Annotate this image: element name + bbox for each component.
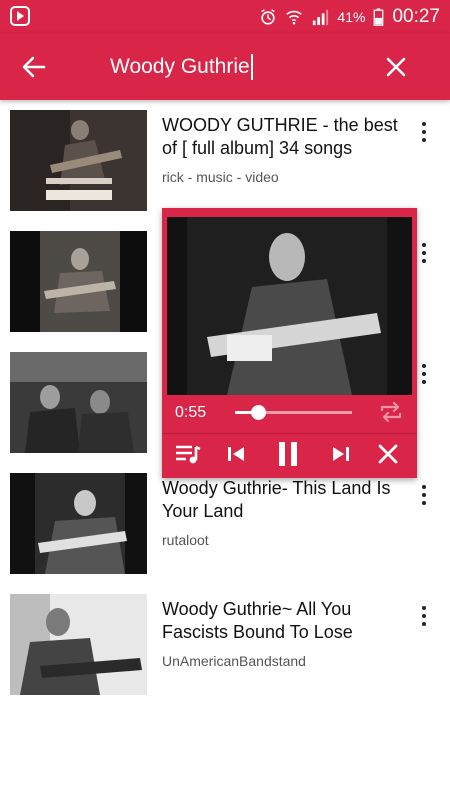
channel-name: rick - music - video	[162, 169, 279, 185]
seek-bar[interactable]	[235, 405, 352, 420]
player-divider	[162, 433, 417, 434]
clock-time: 00:27	[392, 6, 440, 27]
video-thumbnail[interactable]	[10, 594, 147, 695]
search-app-bar: Woody Guthrie	[0, 33, 450, 100]
search-input[interactable]: Woody Guthrie	[110, 53, 253, 81]
seek-bar-thumb[interactable]	[251, 405, 267, 420]
previous-icon[interactable]	[220, 438, 252, 470]
elapsed-time: 0:55	[175, 404, 207, 421]
status-bar: 41% 00:27	[0, 0, 450, 33]
video-thumbnail[interactable]	[10, 231, 147, 332]
album-cover-image	[10, 473, 147, 574]
album-cover-image	[10, 110, 147, 211]
queue-icon[interactable]	[172, 438, 204, 470]
video-title[interactable]: WOODY GUTHRIE - the best of [ full album…	[162, 114, 412, 160]
album-cover-image	[10, 231, 147, 332]
video-thumbnail[interactable]	[10, 110, 147, 211]
now-playing-artwork[interactable]	[167, 217, 412, 395]
list-item[interactable]: Woody Guthrie- This Land Is Your Land ru…	[0, 463, 450, 583]
close-player-icon[interactable]	[372, 438, 404, 470]
album-cover-image	[167, 217, 412, 395]
search-query-text: Woody Guthrie	[110, 55, 250, 78]
video-title[interactable]: Woody Guthrie~ All You Fascists Bound To…	[162, 598, 412, 644]
album-cover-image	[10, 352, 147, 453]
video-thumbnail[interactable]	[10, 352, 147, 453]
next-icon[interactable]	[325, 438, 357, 470]
app-badge-icon	[10, 6, 30, 26]
repeat-icon[interactable]	[377, 398, 405, 426]
more-options-icon[interactable]	[412, 483, 436, 507]
battery-percent: 41%	[337, 9, 366, 25]
text-cursor	[250, 54, 253, 80]
album-cover-image	[10, 594, 147, 695]
more-options-icon[interactable]	[412, 604, 436, 628]
floating-player[interactable]: 0:55	[162, 208, 417, 478]
list-item[interactable]: Woody Guthrie~ All You Fascists Bound To…	[0, 584, 450, 704]
channel-name: UnAmericanBandstand	[162, 653, 306, 669]
pause-icon[interactable]	[272, 438, 304, 470]
wifi-icon	[286, 10, 303, 25]
video-thumbnail[interactable]	[10, 473, 147, 574]
arrow-left-icon[interactable]	[18, 51, 50, 83]
channel-name: rutaloot	[162, 532, 209, 548]
battery-icon	[374, 8, 384, 26]
status-icons: 41% 00:27	[259, 6, 440, 28]
video-title[interactable]: Woody Guthrie- This Land Is Your Land	[162, 477, 412, 523]
alarm-icon	[261, 9, 276, 25]
close-icon[interactable]	[380, 51, 412, 83]
list-item[interactable]: WOODY GUTHRIE - the best of [ full album…	[0, 100, 450, 220]
signal-icon	[313, 9, 329, 26]
more-options-icon[interactable]	[412, 120, 436, 144]
